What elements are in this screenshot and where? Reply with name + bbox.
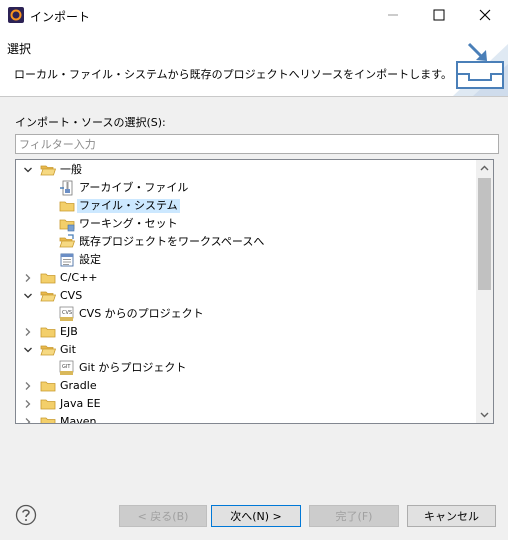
tree-item-label: アーカイブ・ファイル <box>79 181 189 194</box>
import-source-tree[interactable]: 一般アーカイブ・ファイル ファイル・システム ワーキング・セット既存プロジェクトをワ… <box>15 159 494 424</box>
tree-item-label: Java EE <box>60 397 101 410</box>
close-icon <box>479 9 491 21</box>
banner-description: ローカル・ファイル・システムから既存のプロジェクトへリソースをインポートします。 <box>14 68 453 81</box>
tree-item-label: Git <box>60 343 76 356</box>
folder-icon <box>40 399 56 410</box>
chevron-down-icon[interactable] <box>22 164 34 176</box>
scroll-down-icon[interactable] <box>479 409 490 420</box>
close-button[interactable] <box>462 0 508 30</box>
minimize-button[interactable] <box>370 0 416 30</box>
maximize-icon <box>433 9 445 21</box>
tree-item[interactable]: C/C++ <box>16 269 474 287</box>
filter-input[interactable] <box>15 134 499 154</box>
wizard-banner: 選択 ローカル・ファイル・システムから既存のプロジェクトへリソースをインポートし… <box>0 30 508 97</box>
chevron-right-icon[interactable] <box>22 380 34 392</box>
tree-item[interactable]: CVS CVS からのプロジェクト <box>16 305 474 323</box>
tree-item-label: ファイル・システム <box>77 199 180 213</box>
tree-item-label: CVS <box>60 289 83 302</box>
scrollbar-thumb[interactable] <box>478 178 491 290</box>
cvs-icon: CVS <box>59 306 74 321</box>
cancel-button[interactable]: キャンセル <box>407 505 496 527</box>
chevron-right-icon[interactable] <box>22 398 34 410</box>
svg-text:CVS: CVS <box>62 310 72 316</box>
archive-file-icon <box>60 180 73 196</box>
svg-text:GIT: GIT <box>62 364 71 370</box>
chevron-right-icon[interactable] <box>22 326 34 338</box>
tree-item[interactable]: GIT Git からプロジェクト <box>16 359 474 377</box>
tree-item[interactable]: 設定 <box>16 251 474 269</box>
eclipse-icon <box>8 7 24 23</box>
tree-item-label: EJB <box>60 325 78 338</box>
tree-item[interactable]: Gradle <box>16 377 474 395</box>
folder-icon <box>40 381 56 392</box>
folder-open-icon <box>40 345 56 356</box>
chevron-right-icon[interactable] <box>22 272 34 284</box>
tree-item[interactable]: 既存プロジェクトをワークスペースへ <box>16 233 474 251</box>
tree-item[interactable]: アーカイブ・ファイル <box>16 179 474 197</box>
folder-icon <box>59 201 75 212</box>
folder-open-icon <box>40 291 56 302</box>
source-label: インポート・ソースの選択(S): <box>15 116 166 129</box>
chevron-down-icon[interactable] <box>22 344 34 356</box>
window-title: インポート <box>30 10 91 24</box>
tree-item[interactable]: EJB <box>16 323 474 341</box>
tree-item-label: Git からプロジェクト <box>79 361 187 374</box>
tree-item-label: Maven <box>60 415 97 424</box>
tree-item[interactable]: Git <box>16 341 474 359</box>
git-icon: GIT <box>59 360 74 375</box>
back-button[interactable]: < 戻る(B) <box>119 505 207 527</box>
tree-item[interactable]: Java EE <box>16 395 474 413</box>
tree-item-label: ワーキング・セット <box>79 217 178 230</box>
chevron-right-icon[interactable] <box>22 416 34 424</box>
vertical-scrollbar[interactable] <box>476 160 493 423</box>
tree-item-label: Gradle <box>60 379 97 392</box>
tree-item[interactable]: Maven <box>16 413 474 424</box>
tree-item[interactable]: 一般 <box>16 161 474 179</box>
project-folder-icon <box>59 234 75 248</box>
folder-icon <box>40 273 56 284</box>
tree-item-label: CVS からのプロジェクト <box>79 307 204 320</box>
tree-item[interactable]: CVS <box>16 287 474 305</box>
next-button[interactable]: 次へ(N) > <box>211 505 301 527</box>
scroll-up-icon[interactable] <box>479 163 490 174</box>
import-wizard-icon <box>453 42 508 96</box>
tree-item-label: C/C++ <box>60 271 98 284</box>
folder-open-icon <box>40 165 56 176</box>
tree-item-label: 既存プロジェクトをワークスペースへ <box>79 235 265 248</box>
maximize-button[interactable] <box>416 0 462 30</box>
folder-icon <box>40 327 56 338</box>
minimize-icon <box>388 14 398 16</box>
finish-button[interactable]: 完了(F) <box>309 505 399 527</box>
tree-item-label: 設定 <box>79 253 101 266</box>
working-set-icon <box>59 219 75 232</box>
tree-item[interactable]: ワーキング・セット <box>16 215 474 233</box>
folder-icon <box>40 417 56 423</box>
banner-title: 選択 <box>7 42 32 56</box>
title-bar: インポート <box>0 0 508 30</box>
help-icon[interactable] <box>15 504 37 526</box>
tree-item-label: 一般 <box>60 163 82 176</box>
settings-icon <box>60 253 74 267</box>
chevron-down-icon[interactable] <box>22 290 34 302</box>
tree-item[interactable]: ファイル・システム <box>16 197 474 215</box>
